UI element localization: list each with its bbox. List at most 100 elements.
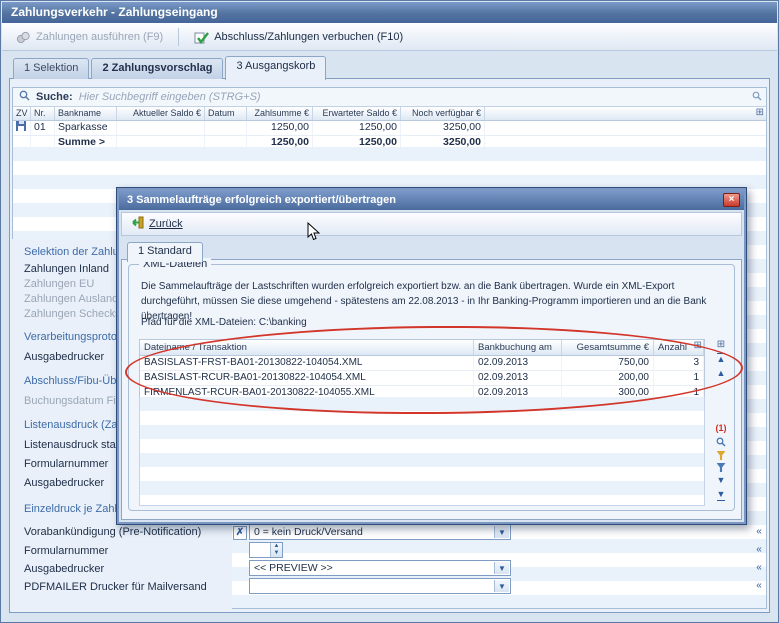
tab-zahlungsvorschlag[interactable]: 2 Zahlungsvorschlag	[91, 58, 223, 79]
label-ausgabedrucker-2: Ausgabedrucker	[24, 477, 104, 489]
xml-table-row[interactable]: BASISLAST-FRST-BA01-20130822-104054.XML …	[140, 356, 704, 371]
cell-file: BASISLAST-FRST-BA01-20130822-104054.XML	[140, 356, 474, 370]
cell-sum: 200,00	[562, 371, 654, 385]
col-aktueller-saldo[interactable]: Aktueller Saldo €	[117, 107, 205, 120]
cell-aktueller-saldo	[117, 121, 205, 135]
formularnummer-value	[250, 543, 270, 557]
cell-sum: 750,00	[562, 356, 654, 370]
col-noch-verfuegbar[interactable]: Noch verfügbar €	[401, 107, 485, 120]
empty-table-rows	[139, 397, 705, 506]
formularnummer-spinner[interactable]	[249, 542, 283, 558]
col-zahlsumme[interactable]: Zahlsumme €	[247, 107, 313, 120]
back-icon	[130, 216, 144, 232]
mail-printer-select[interactable]	[249, 578, 511, 594]
cell-erwarteter-saldo: 1250,00	[313, 121, 401, 135]
label-vorabankuendigung: Vorabankündigung (Pre-Notification)	[24, 526, 201, 538]
sidebar-item-zahlungen-schecks[interactable]: Zahlungen Schecks	[24, 308, 121, 320]
first-row-icon[interactable]	[717, 353, 726, 365]
book-payments-button[interactable]: Abschluss/Zahlungen verbuchen (F10)	[186, 27, 411, 47]
search-options-icon[interactable]	[752, 91, 762, 104]
col-bankbuchung[interactable]: Bankbuchung am	[474, 340, 562, 355]
xml-table-row[interactable]: BASISLAST-RCUR-BA01-20130822-104054.XML …	[140, 371, 704, 386]
cell-date: 02.09.2013	[474, 371, 562, 385]
search-icon[interactable]	[716, 437, 726, 448]
grid-settings-icon[interactable]	[694, 340, 702, 351]
sidebar-item-zahlungen-inland[interactable]: Zahlungen Inland	[24, 263, 109, 275]
window-titlebar: Zahlungsverkehr - Zahlungseingang	[2, 2, 777, 23]
tab-ausgangskorb[interactable]: 3 Ausgangskorb	[225, 56, 326, 80]
prenotification-select[interactable]: 0 = kein Druck/Versand	[249, 524, 511, 540]
filter-clear-icon[interactable]	[717, 463, 726, 472]
col-bankname[interactable]: Bankname	[55, 107, 117, 120]
grid-settings-icon[interactable]	[756, 107, 764, 118]
label-formularnummer-1: Formularnummer	[24, 458, 108, 470]
col-zv[interactable]: ZV	[13, 107, 31, 120]
cell-filler	[485, 121, 766, 135]
prenotification-checkbox[interactable]: ✗	[233, 526, 247, 540]
cell-noch-verfuegbar: 3250,00	[401, 121, 485, 135]
back-button[interactable]: Zurück	[149, 218, 183, 230]
export-dialog: 3 Sammelaufträge erfolgreich exportiert/…	[116, 187, 747, 525]
tab-selektion[interactable]: 1 Selektion	[13, 58, 89, 79]
window-title: Zahlungsverkehr - Zahlungseingang	[11, 5, 218, 19]
label-ausgabedrucker-1: Ausgabedrucker	[24, 351, 104, 363]
filter-count: (1)	[716, 423, 727, 434]
app-window: Zahlungsverkehr - Zahlungseingang Zahlun…	[0, 0, 779, 623]
close-button[interactable]: ×	[723, 193, 740, 207]
formularnummer-jump-icon[interactable]	[752, 544, 766, 557]
col-dateiname[interactable]: Dateiname / Transaktion	[140, 340, 474, 355]
ausgabedrucker-jump-icon[interactable]	[752, 562, 766, 575]
search-placeholder: Hier Suchbegriff eingeben (STRG+S)	[79, 91, 261, 103]
search-icon	[19, 90, 30, 104]
toolbar-separator	[178, 28, 179, 46]
main-toolbar: Zahlungen ausführen (F9) Abschluss/Zahlu…	[2, 23, 777, 51]
execute-payments-label: Zahlungen ausführen (F9)	[36, 31, 163, 43]
cell-nr: 01	[31, 121, 55, 135]
search-bar[interactable]: Suche: Hier Suchbegriff eingeben (STRG+S…	[13, 88, 766, 107]
tab-strip: 1 Selektion 2 Zahlungsvorschlag 3 Ausgan…	[13, 58, 326, 80]
label-ausgabedrucker-3: Ausgabedrucker	[24, 563, 104, 575]
cell-count: 3	[654, 356, 704, 370]
mouse-cursor	[307, 222, 320, 241]
dropdown-arrow-icon[interactable]	[494, 526, 509, 538]
ausgabedrucker-select[interactable]: << PREVIEW >>	[249, 560, 511, 576]
label-buchungsdatum-fibu: Buchungsdatum Fibu	[24, 395, 128, 407]
xml-files-table: Dateiname / Transaktion Bankbuchung am G…	[139, 339, 705, 402]
cell-datum	[205, 121, 247, 135]
cell-date: 02.09.2013	[474, 356, 562, 370]
spinner-arrows-icon[interactable]	[270, 543, 282, 557]
tab-standard[interactable]: 1 Standard	[127, 242, 203, 262]
xml-path: Pfad für die XML-Dateien: C:\banking	[141, 317, 307, 328]
grid-settings-icon[interactable]	[717, 339, 725, 350]
book-check-icon	[194, 30, 209, 44]
mail-printer-jump-icon[interactable]	[752, 580, 766, 593]
col-erwarteter-saldo[interactable]: Erwarteter Saldo €	[313, 107, 401, 120]
col-gesamtsumme[interactable]: Gesamtsumme €	[562, 340, 654, 355]
col-datum[interactable]: Datum	[205, 107, 247, 120]
previous-row-icon[interactable]	[717, 368, 726, 379]
bank-row[interactable]: 01 Sparkasse 1250,00 1250,00 3250,00	[13, 121, 766, 136]
cell-count: 1	[654, 371, 704, 385]
coins-icon	[16, 30, 31, 44]
search-label: Suche:	[36, 91, 73, 103]
execute-payments-button[interactable]: Zahlungen ausführen (F9)	[8, 27, 171, 47]
filter-icon[interactable]	[717, 451, 726, 460]
next-row-icon[interactable]	[717, 475, 726, 486]
grid-side-toolbar: (1)	[713, 339, 729, 501]
cell-file: BASISLAST-RCUR-BA01-20130822-104054.XML	[140, 371, 474, 385]
cell-bankname: Sparkasse	[55, 121, 117, 135]
dropdown-arrow-icon[interactable]	[494, 562, 509, 574]
xml-table-header: Dateiname / Transaktion Bankbuchung am G…	[140, 340, 704, 356]
label-pdfmailer: PDFMAILER Drucker für Mailversand	[24, 581, 207, 593]
col-nr[interactable]: Nr.	[31, 107, 55, 120]
xml-files-group: XML-Dateien Die Sammelaufträge der Lasts…	[128, 264, 735, 511]
last-row-icon[interactable]	[717, 489, 726, 501]
sidebar-item-zahlungen-eu[interactable]: Zahlungen EU	[24, 278, 94, 290]
sidebar-item-zahlungen-ausland[interactable]: Zahlungen Ausland	[24, 293, 118, 305]
prenotification-jump-icon[interactable]	[752, 526, 766, 539]
ausgabedrucker-value: << PREVIEW >>	[254, 561, 492, 575]
dropdown-arrow-icon[interactable]	[494, 580, 509, 592]
col-filler	[485, 107, 766, 120]
dialog-titlebar: 3 Sammelaufträge erfolgreich exportiert/…	[119, 190, 744, 210]
dialog-toolbar: Zurück	[121, 212, 742, 236]
